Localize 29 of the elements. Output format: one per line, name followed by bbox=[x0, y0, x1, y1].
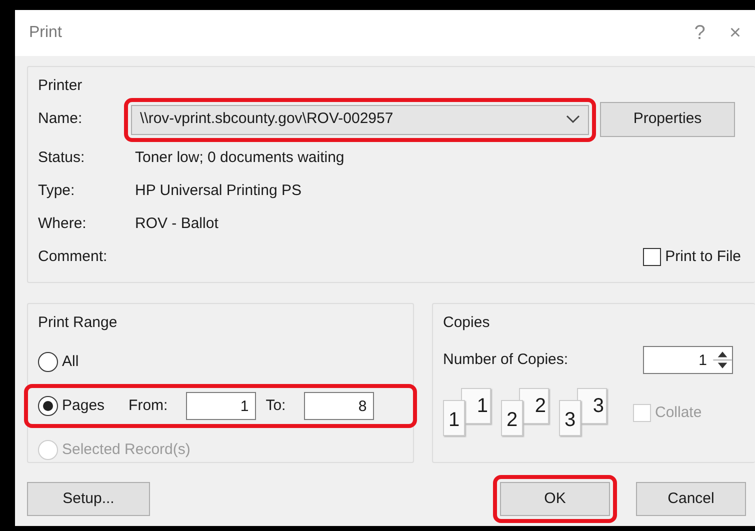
field-label: Number of Copies: bbox=[443, 350, 568, 370]
field-label: Comment: bbox=[38, 246, 108, 267]
help-button[interactable]: ? bbox=[694, 18, 706, 48]
print-to-file-checkbox[interactable]: Print to File bbox=[643, 246, 741, 268]
dialog-button[interactable]: Cancel bbox=[636, 482, 746, 516]
spin-arrows-icon bbox=[713, 346, 733, 374]
from-field[interactable]: 1 bbox=[186, 392, 256, 420]
group-title: Copies bbox=[443, 312, 490, 332]
group-title: Print Range bbox=[38, 312, 118, 332]
field-label: Status: bbox=[38, 148, 86, 168]
field-label: Type: bbox=[38, 180, 76, 201]
dialog-button[interactable]: Setup... bbox=[27, 482, 150, 516]
field-value: Toner low; 0 documents waiting bbox=[135, 148, 344, 168]
properties-button[interactable]: Properties bbox=[600, 102, 735, 137]
field-label: Where: bbox=[38, 214, 88, 234]
field-label: From: bbox=[128, 396, 168, 416]
field-value: HP Universal Printing PS bbox=[135, 180, 302, 201]
group-title: Printer bbox=[38, 76, 82, 96]
radio-button[interactable]: Pages bbox=[38, 394, 105, 418]
chevron-down-icon bbox=[566, 115, 580, 124]
to-field[interactable]: 8 bbox=[304, 392, 374, 420]
close-button[interactable]: × bbox=[729, 18, 741, 48]
radio-button[interactable]: All bbox=[38, 350, 79, 374]
field-value: ROV - Ballot bbox=[135, 214, 218, 234]
window-title: Print bbox=[29, 23, 62, 43]
dialog-button[interactable]: OK bbox=[500, 482, 610, 516]
field-label: To: bbox=[266, 396, 286, 416]
field-label: Name: bbox=[38, 109, 84, 130]
printer-dropdown[interactable]: \\rov-vprint.sbcounty.gov\ROV-002957 bbox=[131, 104, 589, 134]
